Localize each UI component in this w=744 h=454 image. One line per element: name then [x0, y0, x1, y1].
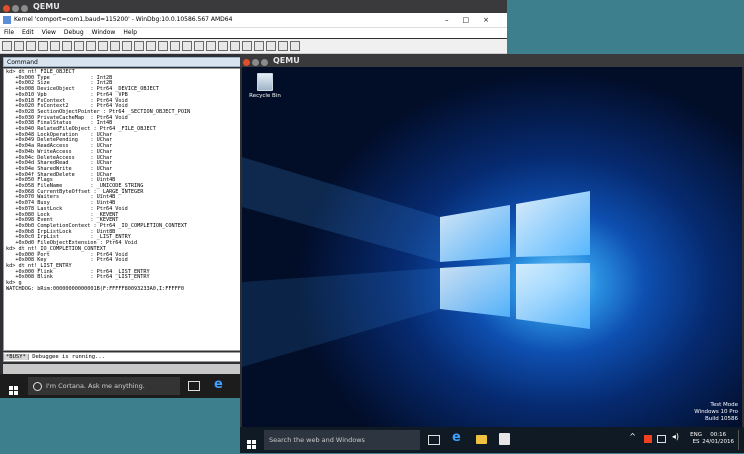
- chevron-up-icon[interactable]: ^: [629, 433, 636, 441]
- task-view-icon[interactable]: [188, 381, 200, 391]
- menu-debug[interactable]: Debug: [64, 29, 84, 36]
- windows-hero-logo: [242, 157, 590, 367]
- file-explorer-icon[interactable]: [476, 435, 487, 444]
- watermark-line-1: Test Mode: [710, 402, 738, 408]
- windbg-menubar: File Edit View Debug Window Help: [0, 28, 507, 38]
- qemu-title: QEMU: [33, 2, 60, 11]
- step-out-icon[interactable]: [122, 41, 132, 51]
- qemu-titlebar-2[interactable]: QEMU: [240, 54, 744, 67]
- windbg-window-title: Kernel 'comport=com1,baud=115200' - WinD…: [14, 16, 233, 23]
- go-icon[interactable]: [50, 41, 60, 51]
- watermark-line-3: Build 10586: [704, 416, 738, 422]
- maximize-window-icon[interactable]: [21, 5, 28, 12]
- windbg-empty-area: [3, 364, 241, 374]
- source-mode-icon[interactable]: [266, 41, 276, 51]
- minimize-window-icon[interactable]: [252, 59, 259, 66]
- qemu-titlebar[interactable]: QEMU: [0, 0, 507, 13]
- close-window-icon[interactable]: [243, 59, 250, 66]
- language-indicator[interactable]: ENG ES: [690, 432, 702, 446]
- watermark-line-2: Windows 10 Pro: [694, 409, 738, 415]
- start-button[interactable]: [247, 435, 257, 454]
- qemu-title-2: QEMU: [273, 56, 300, 65]
- paste-icon[interactable]: [38, 41, 48, 51]
- menu-help[interactable]: Help: [123, 29, 137, 36]
- processes-threads-icon[interactable]: [254, 41, 264, 51]
- menu-view[interactable]: View: [42, 29, 56, 36]
- clock-time: 00:16: [710, 432, 727, 438]
- run-to-cursor-icon[interactable]: [134, 41, 144, 51]
- menu-file[interactable]: File: [4, 29, 14, 36]
- menu-window[interactable]: Window: [92, 29, 116, 36]
- open-icon[interactable]: [2, 41, 12, 51]
- restart-icon[interactable]: [62, 41, 72, 51]
- break-icon[interactable]: [86, 41, 96, 51]
- stop-icon[interactable]: [74, 41, 84, 51]
- recycle-bin-label: Recycle Bin: [249, 93, 281, 99]
- edge-icon[interactable]: e: [452, 431, 461, 445]
- windows-desktop: Recycle Bin Test Mode Windows 10 Pro Bui…: [242, 67, 742, 427]
- network-icon[interactable]: [657, 435, 666, 443]
- windbg-app-icon: [3, 16, 11, 24]
- action-center-warning-icon[interactable]: [644, 435, 652, 443]
- windows-logo-icon: [9, 386, 19, 396]
- windbg-toolbar: [0, 39, 507, 54]
- registers-window-icon[interactable]: [194, 41, 204, 51]
- task-view-icon[interactable]: [428, 435, 440, 445]
- disassembly-icon[interactable]: [230, 41, 240, 51]
- debuggee-status: Debuggee is running...: [32, 354, 106, 360]
- busy-indicator: *BUSY*: [4, 354, 29, 360]
- taskbar-search-box[interactable]: Search the web and Windows: [264, 430, 420, 450]
- scratch-pad-icon[interactable]: [242, 41, 252, 51]
- edge-icon[interactable]: e: [214, 378, 223, 392]
- menu-edit[interactable]: Edit: [22, 29, 34, 36]
- test-mode-watermark: Test Mode Windows 10 Pro Build 10586: [694, 402, 738, 423]
- command-window-icon[interactable]: [158, 41, 168, 51]
- window-controls[interactable]: –□×: [445, 13, 503, 27]
- maximize-window-icon[interactable]: [261, 59, 268, 66]
- copy-icon[interactable]: [26, 41, 36, 51]
- qemu-window-guest: QEMU Recycle Bin Test Mode Windows 10 Pr…: [240, 54, 744, 453]
- store-icon[interactable]: [499, 433, 510, 445]
- windows-logo-icon: [247, 440, 257, 450]
- step-over-icon[interactable]: [110, 41, 120, 51]
- close-window-icon[interactable]: [3, 5, 10, 12]
- memory-window-icon[interactable]: [206, 41, 216, 51]
- watch-window-icon[interactable]: [170, 41, 180, 51]
- volume-icon[interactable]: ◂): [672, 433, 679, 441]
- options-icon[interactable]: [290, 41, 300, 51]
- minimize-window-icon[interactable]: [12, 5, 19, 12]
- font-icon[interactable]: [278, 41, 288, 51]
- command-input[interactable]: *BUSY* Debuggee is running...: [3, 352, 241, 362]
- call-stack-icon[interactable]: [218, 41, 228, 51]
- taskbar-search-placeholder: Search the web and Windows: [269, 436, 365, 444]
- recycle-bin[interactable]: Recycle Bin: [248, 73, 282, 99]
- step-into-icon[interactable]: [98, 41, 108, 51]
- clock-date: 24/01/2016: [702, 439, 734, 445]
- cortana-icon: [33, 381, 42, 391]
- recycle-bin-icon: [257, 73, 273, 91]
- guest-taskbar: Search the web and Windows e ^ ◂) ENG ES…: [240, 427, 744, 453]
- cortana-search-box[interactable]: I'm Cortana. Ask me anything.: [28, 377, 180, 395]
- cortana-placeholder: I'm Cortana. Ask me anything.: [46, 382, 145, 390]
- cut-icon[interactable]: [14, 41, 24, 51]
- lang-line-1: ENG: [690, 432, 702, 438]
- show-desktop-button[interactable]: [738, 430, 742, 450]
- locals-window-icon[interactable]: [182, 41, 192, 51]
- command-output: kd> dt nt!_FILE_OBJECT +0x000 Type : Int…: [3, 68, 241, 351]
- breakpoint-icon[interactable]: [146, 41, 156, 51]
- console-text: kd> dt nt!_FILE_OBJECT +0x000 Type : Int…: [6, 69, 191, 292]
- clock[interactable]: 00:16 24/01/2016: [702, 432, 734, 446]
- lang-line-2: ES: [692, 439, 700, 445]
- windbg-titlebar[interactable]: Kernel 'comport=com1,baud=115200' - WinD…: [0, 13, 507, 28]
- start-button[interactable]: [9, 381, 19, 400]
- command-pane-header: Command: [3, 57, 241, 67]
